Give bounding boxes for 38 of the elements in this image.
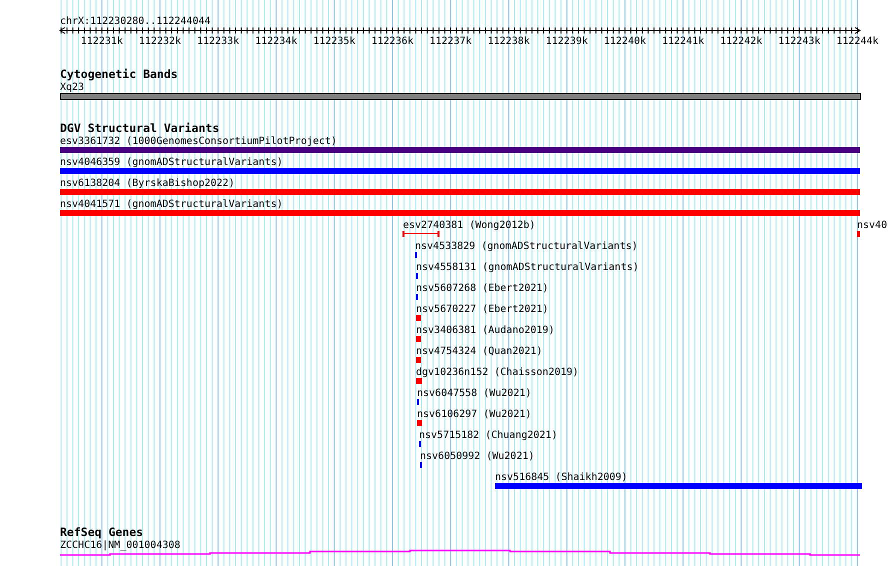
tick-label: 112233k bbox=[197, 36, 240, 47]
tick-label: 112237k bbox=[430, 36, 472, 47]
variant-label: dgv10236n152 (Chaisson2019) bbox=[416, 367, 579, 378]
variant-label: nsv5670227 (Ebert2021) bbox=[416, 304, 548, 315]
variant-label: nsv4046359 (gnomADStructuralVariants) bbox=[60, 157, 283, 168]
variant-label: nsv5607268 (Ebert2021) bbox=[416, 283, 548, 294]
tick-label: 112235k bbox=[313, 36, 356, 47]
variant-label: nsv6106297 (Wu2021) bbox=[417, 409, 532, 420]
band-label: Xq23 bbox=[60, 82, 84, 93]
variant-label: nsv6047558 (Wu2021) bbox=[417, 388, 532, 399]
location-label: chrX:112230280..112244044 bbox=[60, 16, 211, 27]
track-title: Cytogenetic Bands bbox=[60, 67, 178, 81]
tick-label: 112239k bbox=[546, 36, 588, 47]
variant-label: esv3361732 (1000GenomesConsortiumPilotProject) bbox=[60, 136, 337, 147]
variant-label: nsv4754324 (Quan2021) bbox=[416, 346, 542, 357]
variant-label: nsv6138204 (ByrskaBishop2022) bbox=[60, 178, 235, 189]
tick-label: 112242k bbox=[720, 36, 762, 47]
variant-label: nsv4041571 (gnomADStructuralVariants) bbox=[60, 199, 283, 210]
track-title: DGV Structural Variants bbox=[60, 121, 220, 135]
tick-label: 112231k bbox=[80, 36, 123, 47]
tick-label: 112234k bbox=[255, 36, 298, 47]
tick-label: 112244k bbox=[836, 36, 879, 47]
variant-label: nsv516845 (Shaikh2009) bbox=[495, 472, 628, 483]
tick-label: 112240k bbox=[604, 36, 646, 47]
tick-label: 112232k bbox=[138, 36, 182, 47]
variant-label: nsv3406381 (Audano2019) bbox=[416, 325, 554, 336]
variant-label: nsv40 bbox=[857, 220, 888, 231]
gene-label: ZCCHC16|NM_001004308 bbox=[60, 540, 180, 551]
variant-label: nsv6050992 (Wu2021) bbox=[420, 451, 534, 462]
tick-label: 112243k bbox=[778, 36, 820, 47]
variant-label: nsv4558131 (gnomADStructuralVariants) bbox=[416, 262, 639, 273]
variant-label: nsv5715182 (Chuang2021) bbox=[419, 430, 558, 441]
track-title: RefSeq Genes bbox=[60, 525, 144, 539]
tick-label: 112236k bbox=[371, 36, 414, 47]
variant-label: nsv4533829 (gnomADStructuralVariants) bbox=[415, 241, 638, 252]
tick-label: 112241k bbox=[662, 36, 704, 47]
variant-label: esv2740381 (Wong2012b) bbox=[403, 220, 536, 231]
tick-label: 112238k bbox=[488, 36, 530, 47]
